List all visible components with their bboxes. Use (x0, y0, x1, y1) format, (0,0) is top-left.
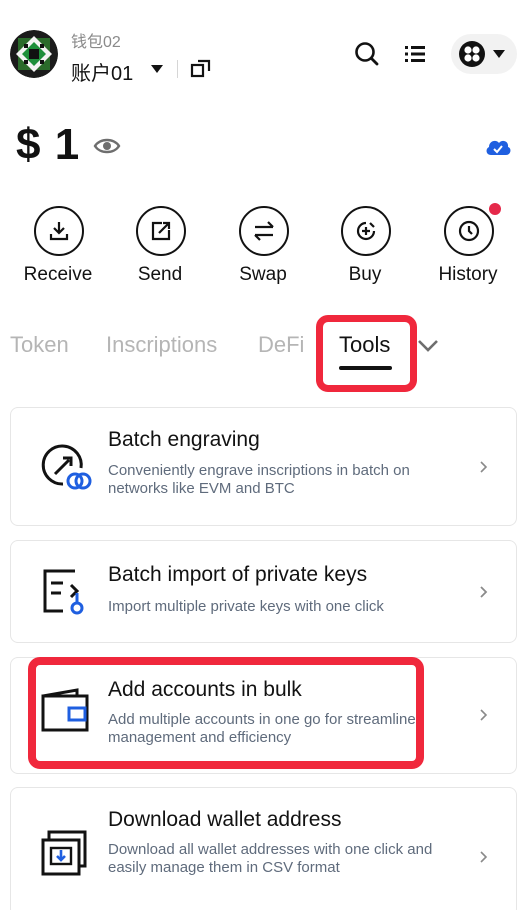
tab-defi[interactable]: DeFi (258, 332, 304, 358)
buy-button-circle (341, 206, 391, 256)
tab-token[interactable]: Token (10, 332, 69, 358)
divider (177, 60, 178, 78)
tool-card-batch-engraving[interactable]: Batch engraving Conveniently engrave ins… (10, 407, 517, 526)
swap-icon (254, 221, 274, 241)
cloud-icon[interactable] (484, 136, 512, 158)
network-icon (459, 41, 485, 67)
tool-card-batch-import-keys[interactable]: Batch import of private keys Import mult… (10, 540, 517, 643)
history-label: History (438, 264, 498, 285)
action-bar: Receive Send Swap Buy History (0, 206, 518, 296)
chevron-right-icon (480, 851, 488, 863)
receive-button[interactable]: Receive (8, 206, 108, 296)
chevron-right-icon (480, 709, 488, 721)
import-keys-icon (43, 569, 84, 615)
chevron-right-icon (480, 586, 488, 598)
tool-description: Conveniently engrave inscriptions in bat… (108, 462, 410, 497)
tools-tab-highlight (316, 315, 417, 392)
caret-down-icon[interactable] (148, 60, 166, 78)
add-accounts-highlight (28, 657, 424, 769)
chevron-down-icon[interactable] (415, 335, 441, 357)
eye-icon[interactable] (93, 134, 121, 158)
chevron-right-icon (480, 461, 488, 473)
clock-icon (458, 220, 480, 242)
tool-card-download-address[interactable]: Download wallet address Download all wal… (10, 787, 517, 910)
download-address-icon (41, 830, 87, 876)
buy-button[interactable]: Buy (315, 206, 415, 296)
receive-button-circle (34, 206, 84, 256)
tool-description: Download all wallet addresses with one c… (108, 841, 433, 876)
wallet-avatar[interactable] (10, 30, 58, 78)
send-icon (151, 221, 171, 241)
buy-label: Buy (348, 264, 382, 285)
tool-description: Import multiple private keys with one cl… (108, 598, 384, 615)
receive-label: Receive (23, 264, 93, 285)
history-button[interactable]: History (418, 206, 518, 296)
wallet-logo-icon (10, 30, 58, 78)
network-selector[interactable] (451, 34, 517, 74)
list-icon[interactable] (401, 40, 429, 68)
tool-title: Batch engraving (108, 428, 260, 451)
swap-label: Swap (239, 264, 287, 285)
notification-badge (489, 203, 501, 215)
tool-title: Batch import of private keys (108, 563, 368, 586)
send-button-circle (136, 206, 186, 256)
account-name[interactable]: 账户01 (71, 57, 133, 86)
wallet-name: 钱包02 (71, 34, 121, 51)
search-icon[interactable] (353, 40, 381, 68)
engrave-icon (41, 444, 92, 490)
tab-inscriptions[interactable]: Inscriptions (106, 332, 217, 358)
tool-title: Download wallet address (108, 808, 342, 831)
swap-button[interactable]: Swap (213, 206, 313, 296)
history-button-circle (444, 206, 494, 256)
download-icon (49, 222, 69, 241)
send-button[interactable]: Send (110, 206, 210, 296)
swap-button-circle (239, 206, 289, 256)
send-label: Send (137, 264, 183, 285)
total-balance: $ 1 (16, 120, 81, 169)
buy-icon (356, 221, 376, 241)
header: 钱包02 账户01 (0, 0, 518, 110)
caret-down-icon (493, 50, 505, 58)
copy-icon[interactable] (189, 56, 213, 80)
